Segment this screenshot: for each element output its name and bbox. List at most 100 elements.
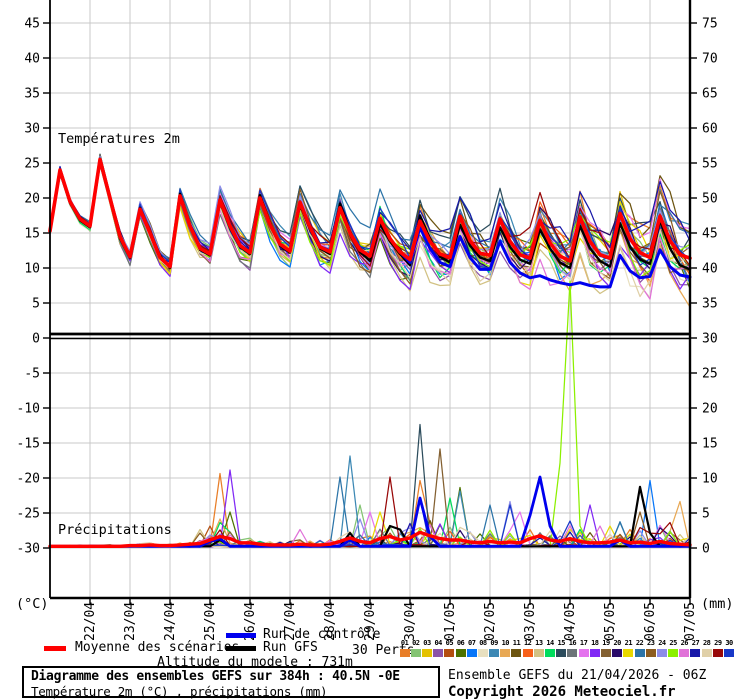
member-number: 01: [401, 639, 408, 648]
info-box: Diagramme des ensembles GEFS sur 384h : …: [22, 666, 440, 698]
member-number: 25: [669, 639, 676, 648]
left-tick-label: -20: [17, 472, 40, 487]
right-tick-label: 30: [702, 332, 718, 347]
x-date-label: 25/04: [203, 602, 218, 641]
member-color-swatch: [590, 649, 600, 657]
member-number: 19: [602, 639, 609, 648]
x-date-label: 01/05: [443, 602, 458, 641]
x-date-label: 24/04: [163, 602, 178, 641]
member-swatch-cell: 09: [489, 639, 500, 657]
member-number: 14: [546, 639, 553, 648]
member-swatch-cell: 24: [656, 639, 667, 657]
diagram-subtitle: Température 2m (°C) , précipitations (mm…: [31, 684, 438, 699]
member-number: 15: [558, 639, 565, 648]
member-swatch-cell: 18: [589, 639, 600, 657]
member-swatch-cell: 08: [477, 639, 488, 657]
member-swatch-cell: 21: [623, 639, 634, 657]
right-tick-label: 55: [702, 157, 718, 172]
left-axis-unit: (°C): [16, 596, 49, 612]
member-color-swatch: [623, 649, 633, 657]
member-number: 29: [714, 639, 721, 648]
member-color-swatch: [668, 649, 678, 657]
member-number: 02: [412, 639, 419, 648]
left-tick-label: 45: [24, 17, 40, 32]
left-tick-label: -5: [24, 367, 40, 382]
ensemble-chart: 45754070356530602555205015451040535030-5…: [0, 0, 740, 700]
x-date-label: 03/05: [523, 602, 538, 641]
member-swatch-cell: 02: [410, 639, 421, 657]
member-number: 07: [468, 639, 475, 648]
member-color-swatch: [545, 649, 555, 657]
member-number: 12: [524, 639, 531, 648]
member-color-swatch: [523, 649, 533, 657]
right-tick-label: 10: [702, 472, 718, 487]
member-number: 27: [692, 639, 699, 648]
left-tick-label: 40: [24, 52, 40, 67]
member-swatch-cell: 13: [533, 639, 544, 657]
member-color-swatch: [400, 649, 410, 657]
left-tick-label: 15: [24, 227, 40, 242]
member-swatch-cell: 10: [500, 639, 511, 657]
right-tick-label: 0: [702, 542, 710, 557]
right-tick-label: 75: [702, 17, 718, 32]
member-swatch-cell: 26: [679, 639, 690, 657]
member-color-swatch: [534, 649, 544, 657]
member-color-swatch: [556, 649, 566, 657]
x-date-label: 02/05: [483, 602, 498, 641]
member-number: 03: [423, 639, 430, 648]
member-color-swatch: [433, 649, 443, 657]
right-tick-label: 65: [702, 87, 718, 102]
member-swatch-row: 0102030405060708091011121314151617181920…: [399, 639, 735, 657]
member-color-swatch: [724, 649, 734, 657]
run-info-label: Ensemble GEFS du 21/04/2026 - 06Z: [448, 668, 706, 683]
x-date-label: 04/05: [563, 602, 578, 641]
member-color-swatch: [657, 649, 667, 657]
x-date-label: 07/05: [683, 602, 698, 641]
member-color-swatch: [702, 649, 712, 657]
member-number: 28: [703, 639, 710, 648]
right-tick-label: 50: [702, 192, 718, 207]
member-number: 23: [647, 639, 654, 648]
diagram-title: Diagramme des ensembles GEFS sur 384h : …: [31, 669, 438, 684]
gefs-ensemble-diagram: 45754070356530602555205015451040535030-5…: [0, 0, 740, 700]
member-swatch-cell: 27: [690, 639, 701, 657]
member-color-swatch: [646, 649, 656, 657]
member-swatch-cell: 12: [522, 639, 533, 657]
member-number: 30: [725, 639, 732, 648]
member-number: 13: [535, 639, 542, 648]
member-swatch-cell: 17: [578, 639, 589, 657]
member-number: 24: [658, 639, 665, 648]
gfs-legend-label: Run GFS: [263, 640, 318, 655]
copyright-label: Copyright 2026 Meteociel.fr: [448, 684, 676, 700]
member-swatch-cell: 28: [701, 639, 712, 657]
member-color-swatch: [456, 649, 466, 657]
member-color-swatch: [467, 649, 477, 657]
left-tick-label: -30: [17, 542, 40, 557]
right-tick-label: 35: [702, 297, 718, 312]
member-swatch-cell: 20: [612, 639, 623, 657]
member-swatch-cell: 07: [466, 639, 477, 657]
gfs-legend-line: [226, 646, 256, 651]
member-number: 18: [591, 639, 598, 648]
member-color-swatch: [422, 649, 432, 657]
right-tick-label: 45: [702, 227, 718, 242]
member-swatch-cell: 05: [444, 639, 455, 657]
left-tick-label: 30: [24, 122, 40, 137]
member-number: 05: [446, 639, 453, 648]
member-swatch-cell: 14: [544, 639, 555, 657]
member-color-swatch: [635, 649, 645, 657]
x-date-label: 23/04: [123, 602, 138, 641]
member-number: 26: [681, 639, 688, 648]
right-axis-unit: (mm): [701, 596, 734, 612]
member-color-swatch: [511, 649, 521, 657]
member-color-swatch: [478, 649, 488, 657]
x-date-label: 22/04: [83, 602, 98, 641]
member-swatch-cell: 11: [511, 639, 522, 657]
member-color-swatch: [500, 649, 510, 657]
left-tick-label: 0: [32, 332, 40, 347]
precip-panel-label: Précipitations: [58, 522, 172, 538]
member-color-swatch: [489, 649, 499, 657]
left-tick-label: 25: [24, 157, 40, 172]
member-swatch-cell: 22: [634, 639, 645, 657]
member-color-swatch: [601, 649, 611, 657]
